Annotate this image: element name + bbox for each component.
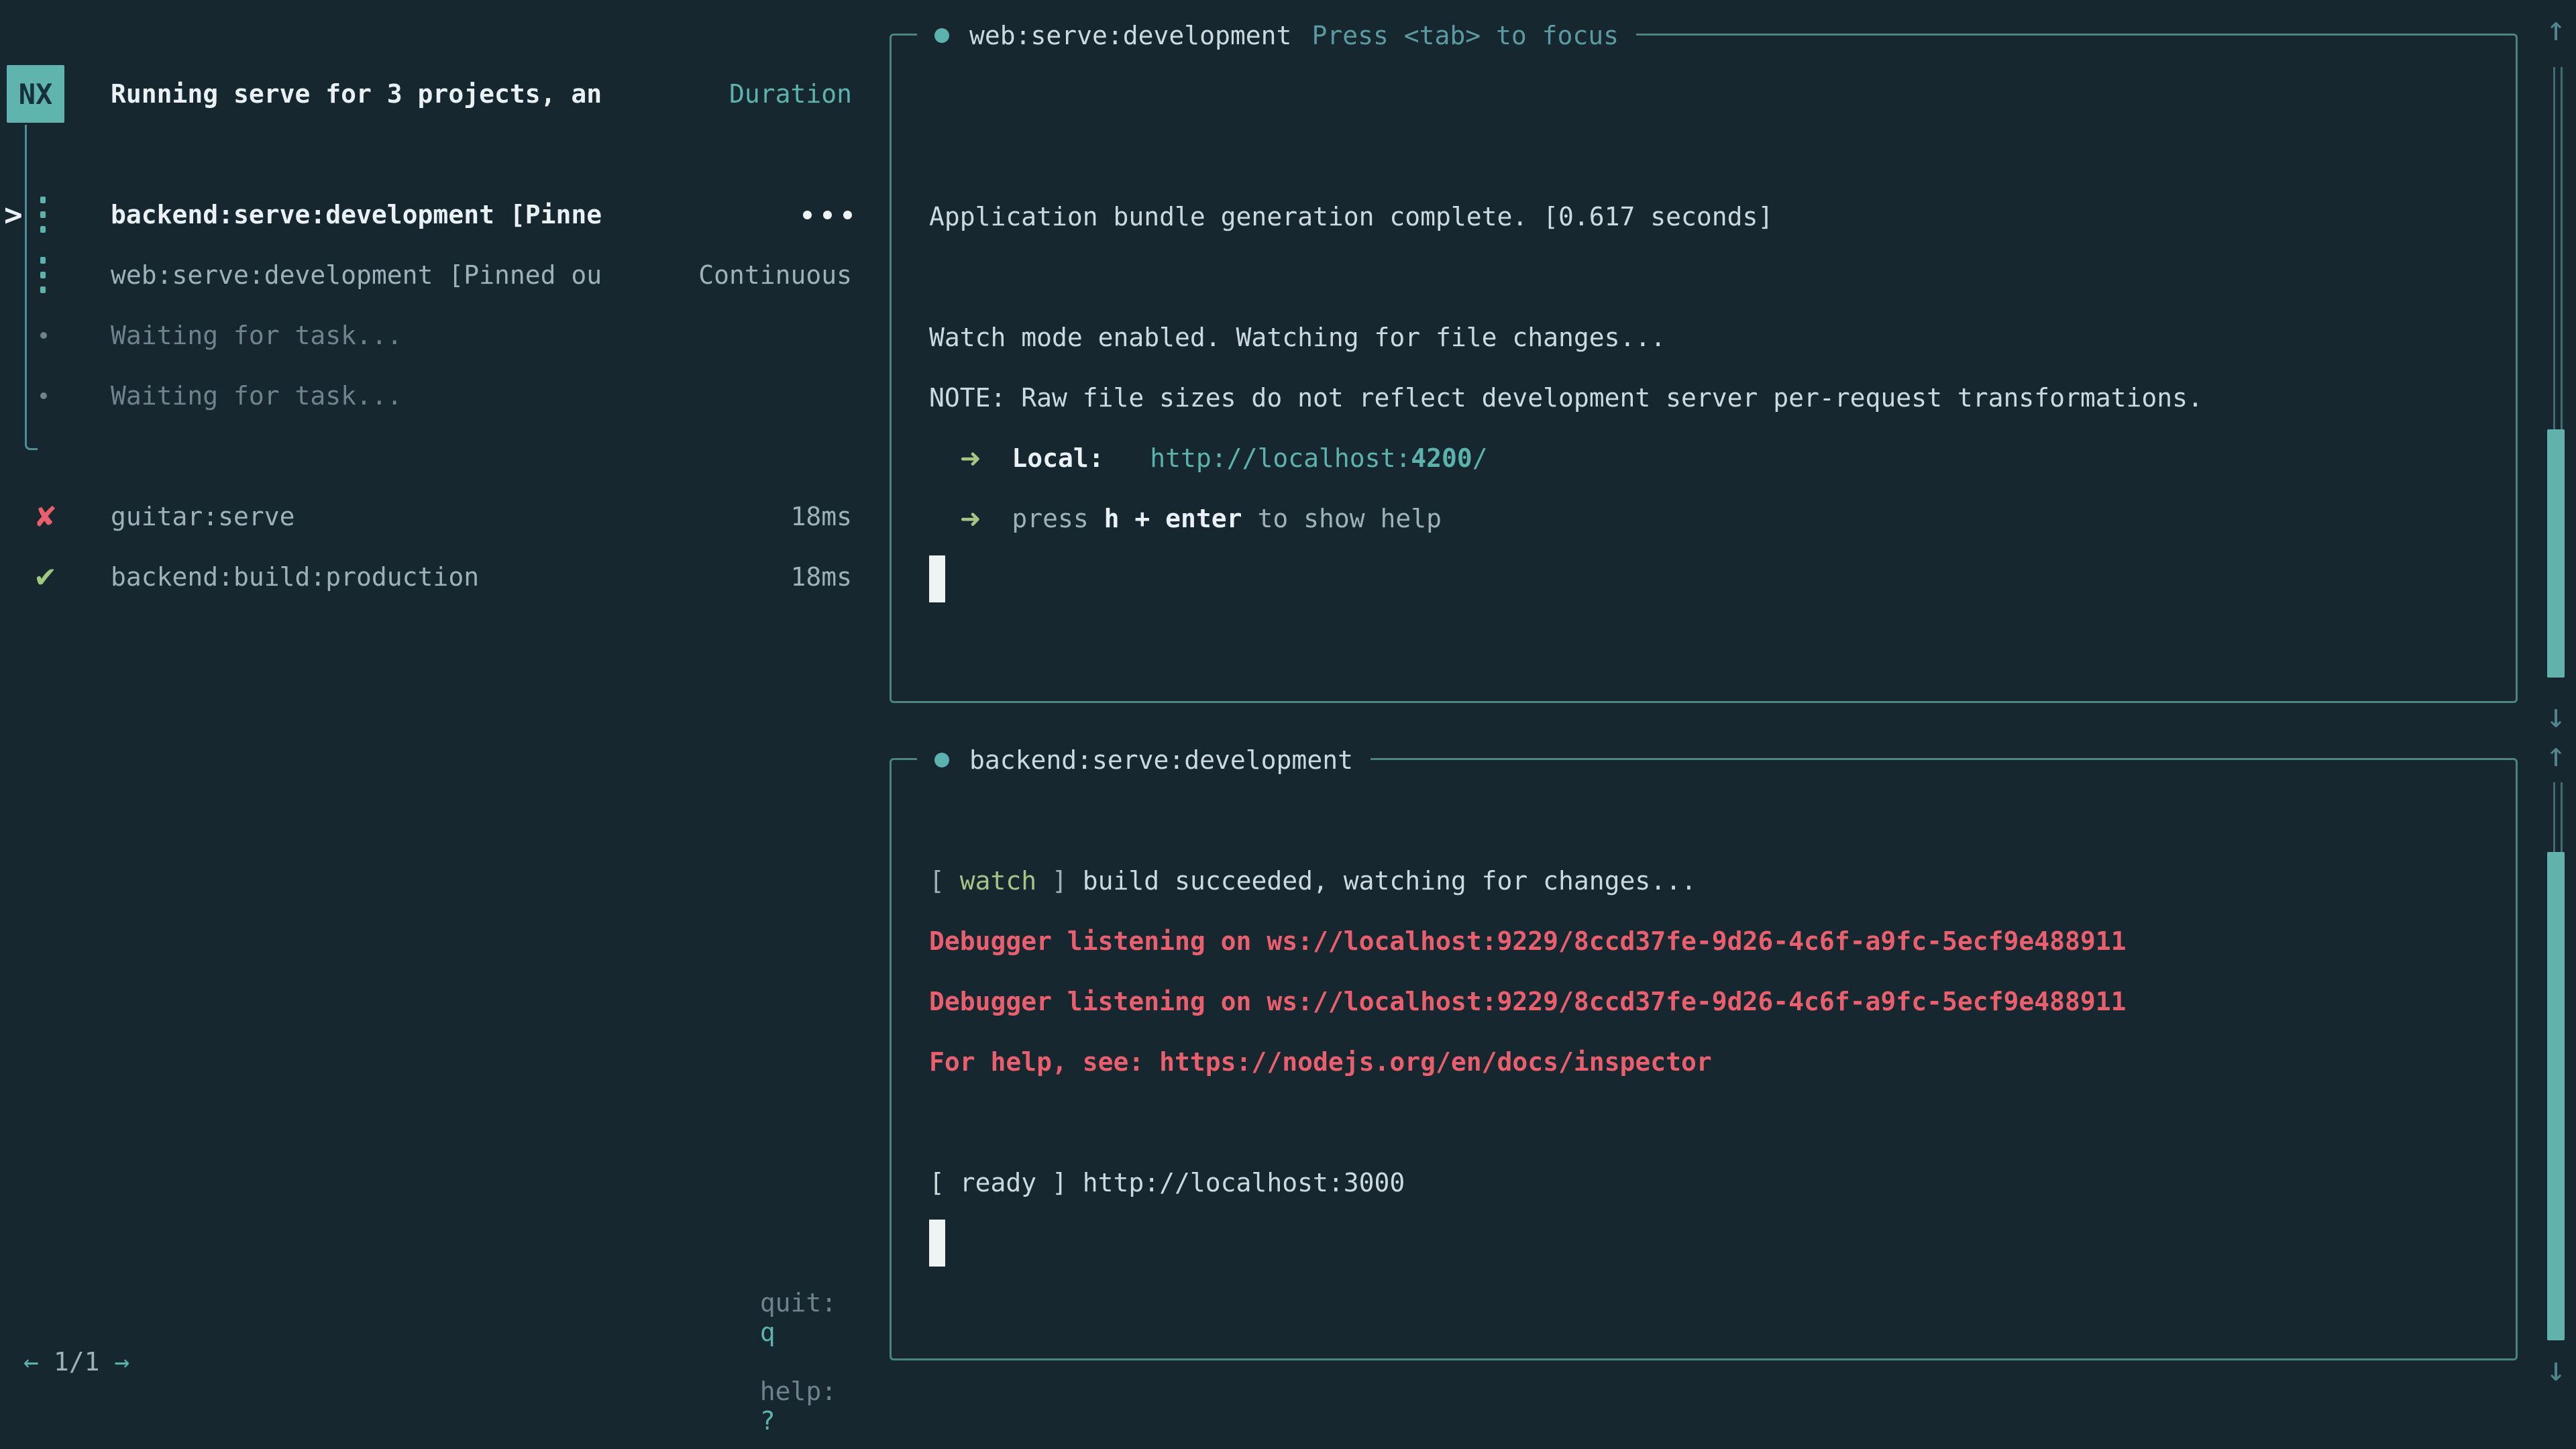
bundle-complete-text: Application bundle generation complete. … bbox=[929, 202, 1773, 231]
page-next-icon[interactable]: → bbox=[115, 1347, 130, 1377]
scrollbar-track[interactable] bbox=[2553, 782, 2563, 852]
watch-mode-text: Watch mode enabled. Watching for file ch… bbox=[929, 323, 1666, 352]
note-text: NOTE: Raw file sizes do not reflect deve… bbox=[929, 383, 2203, 413]
terminal-line-help-hint: ➜ press h + enter to show help bbox=[929, 488, 1442, 549]
page-prev-icon[interactable]: ← bbox=[23, 1347, 39, 1377]
quit-hint-label: quit: bbox=[760, 1288, 852, 1318]
terminal-line: Application bundle generation complete. … bbox=[929, 186, 1773, 247]
show-help-text: to show help bbox=[1242, 504, 1442, 533]
task-list-header: Running serve for 3 projects, an Duratio… bbox=[0, 64, 852, 124]
task-row-guitar-serve[interactable]: ✘ guitar:serve 18ms bbox=[0, 486, 852, 547]
task-list-title: Running serve for 3 projects, an bbox=[111, 79, 602, 109]
nx-tui-screen: NX Running serve for 3 projects, an Dura… bbox=[0, 0, 2576, 1449]
output-panel-backend-serve[interactable]: backend:serve:development [ watch ] buil… bbox=[890, 758, 2518, 1360]
spinner-icon bbox=[40, 197, 46, 233]
indent bbox=[929, 443, 960, 473]
task-row-waiting-1[interactable]: Waiting for task... bbox=[0, 305, 852, 366]
inspector-help-text: For help, see: https://nodejs.org/en/doc… bbox=[929, 1047, 1712, 1077]
terminal-line bbox=[929, 549, 945, 609]
scroll-up-icon[interactable]: ↑ bbox=[2537, 731, 2575, 778]
bracket-close: ] bbox=[1036, 866, 1083, 896]
panel-title: web:serve:development Press <tab> to foc… bbox=[917, 11, 1636, 60]
pagination: ← 1/1 → bbox=[23, 1347, 129, 1377]
gap bbox=[981, 504, 1012, 533]
task-name: Waiting for task... bbox=[111, 321, 402, 350]
scroll-down-icon[interactable]: ↓ bbox=[2537, 1346, 2575, 1393]
gap bbox=[981, 443, 1012, 473]
debugger-listening-text: Debugger listening on ws://localhost:922… bbox=[929, 926, 2126, 956]
terminal-line: Debugger listening on ws://localhost:922… bbox=[929, 971, 2126, 1032]
sidebar-footer: ← 1/1 → quit: q help: ? bbox=[23, 1332, 852, 1392]
terminal-line: [ ready ] http://localhost:3000 bbox=[929, 1152, 1405, 1213]
terminal-line: For help, see: https://nodejs.org/en/doc… bbox=[929, 1032, 1712, 1092]
failed-icon: ✘ bbox=[34, 500, 57, 533]
localhost-4200-slash[interactable]: / bbox=[1472, 443, 1488, 473]
task-name: backend:build:production bbox=[111, 562, 479, 592]
prompt-arrow-icon: ➜ bbox=[960, 504, 981, 533]
terminal-line-local-url: ➜ Local: http://localhost: 4200 / bbox=[929, 428, 1488, 488]
scroll-up-icon[interactable]: ↑ bbox=[2537, 5, 2575, 52]
task-row-waiting-2[interactable]: Waiting for task... bbox=[0, 366, 852, 426]
terminal-line bbox=[929, 1213, 945, 1273]
scrollbar-thumb[interactable] bbox=[2547, 429, 2565, 678]
watch-tag: watch bbox=[960, 866, 1036, 896]
task-name: guitar:serve bbox=[111, 502, 295, 531]
gap bbox=[1104, 443, 1150, 473]
build-succeeded-text: build succeeded, watching for changes... bbox=[1083, 866, 1697, 896]
output-panel-web-serve[interactable]: web:serve:development Press <tab> to foc… bbox=[890, 34, 2518, 703]
task-bullet-icon bbox=[934, 28, 949, 43]
terminal-line: Debugger listening on ws://localhost:922… bbox=[929, 911, 2126, 971]
task-name: Waiting for task... bbox=[111, 381, 402, 411]
panel-task-name: web:serve:development bbox=[969, 21, 1291, 50]
task-duration: 18ms bbox=[790, 502, 852, 531]
terminal-line: Watch mode enabled. Watching for file ch… bbox=[929, 307, 1666, 368]
quit-key: q bbox=[760, 1318, 775, 1347]
keyboard-hints: quit: q help: ? bbox=[667, 1258, 852, 1449]
indent bbox=[929, 504, 960, 533]
task-row-web-serve[interactable]: web:serve:development [Pinned ou Continu… bbox=[0, 245, 852, 305]
page-indicator: 1/1 bbox=[54, 1347, 100, 1377]
task-name: web:serve:development [Pinned ou bbox=[111, 260, 602, 290]
task-status-label: Continuous bbox=[698, 260, 852, 290]
success-check-icon: ✔ bbox=[34, 561, 57, 594]
terminal-cursor bbox=[929, 555, 945, 602]
task-row-backend-build[interactable]: ✔ backend:build:production 18ms bbox=[0, 547, 852, 607]
focus-hint: Press <tab> to focus bbox=[1311, 21, 1619, 50]
localhost-4200-port[interactable]: 4200 bbox=[1411, 443, 1472, 473]
key-combo-text: h + enter bbox=[1104, 504, 1242, 533]
terminal-line: NOTE: Raw file sizes do not reflect deve… bbox=[929, 368, 2203, 428]
local-label: Local: bbox=[1012, 443, 1104, 473]
help-key: ? bbox=[760, 1406, 775, 1436]
press-text: press bbox=[1012, 504, 1104, 533]
task-row-backend-serve[interactable]: > backend:serve:development [Pinne bbox=[0, 184, 852, 245]
debugger-listening-text: Debugger listening on ws://localhost:922… bbox=[929, 987, 2126, 1016]
duration-column-header: Duration bbox=[729, 79, 852, 109]
selection-caret-icon: > bbox=[4, 197, 23, 233]
terminal-cursor bbox=[929, 1220, 945, 1267]
terminal-line-watch: [ watch ] build succeeded, watching for … bbox=[929, 851, 1697, 911]
help-hint-label: help: bbox=[760, 1377, 852, 1406]
ready-localhost-3000-text[interactable]: [ ready ] http://localhost:3000 bbox=[929, 1168, 1405, 1197]
localhost-4200-link[interactable]: http://localhost: bbox=[1150, 443, 1411, 473]
task-bullet-icon bbox=[934, 753, 949, 767]
task-duration: 18ms bbox=[790, 562, 852, 592]
scrollbar-track[interactable] bbox=[2553, 67, 2563, 429]
spinner-icon bbox=[40, 257, 46, 293]
scrollbar-thumb[interactable] bbox=[2547, 852, 2565, 1340]
hint-spacer bbox=[760, 1347, 791, 1377]
waiting-dot-icon bbox=[40, 332, 47, 339]
running-ellipsis-icon bbox=[803, 211, 852, 219]
prompt-arrow-icon: ➜ bbox=[960, 443, 981, 473]
bracket-open: [ bbox=[929, 866, 960, 896]
waiting-dot-icon bbox=[40, 392, 47, 399]
panel-title: backend:serve:development bbox=[917, 735, 1371, 785]
task-name: backend:serve:development [Pinne bbox=[111, 200, 602, 229]
panel-task-name: backend:serve:development bbox=[969, 745, 1353, 775]
